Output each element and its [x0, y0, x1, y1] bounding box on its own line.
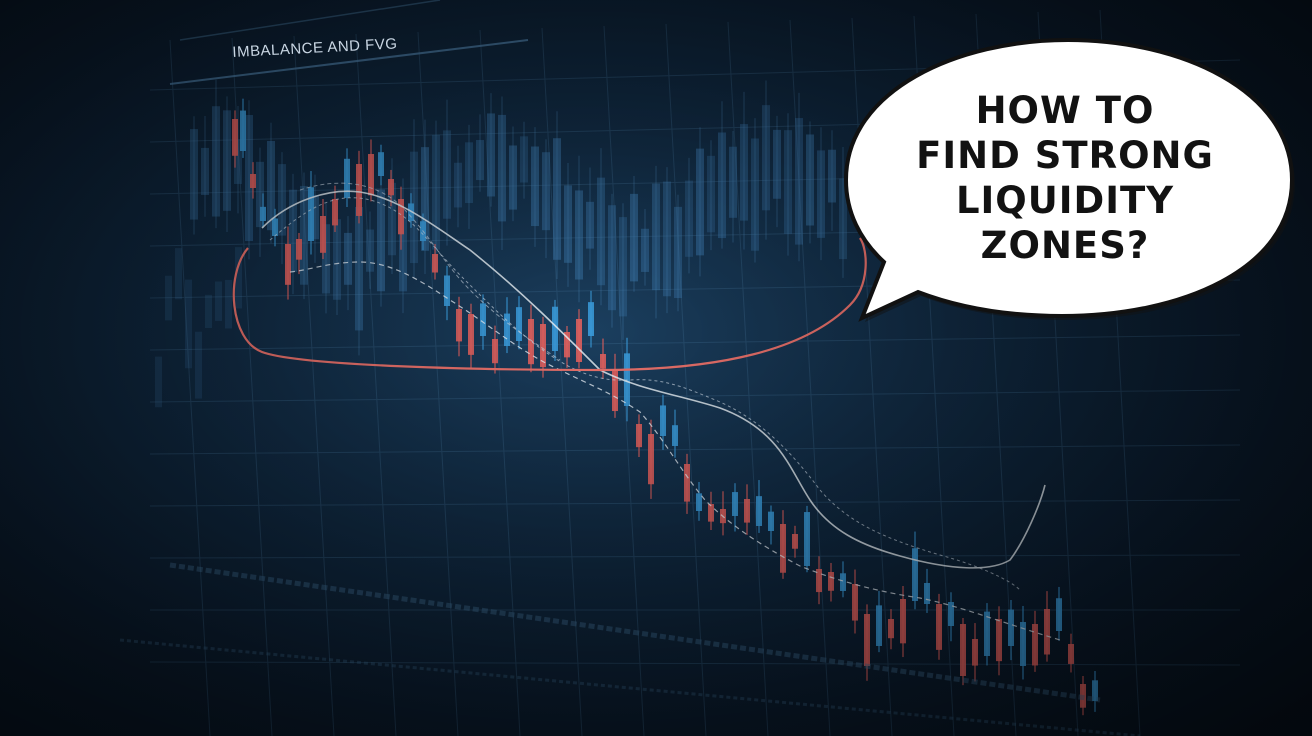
callout-line-1: HOW TO: [975, 89, 1155, 132]
callout-line-2: FIND STRONG: [916, 134, 1214, 177]
callout-line-4: ZONES?: [980, 224, 1150, 267]
callout-text: HOW TO FIND STRONG LIQUIDITY ZONES?: [880, 88, 1250, 268]
callout-line-3: LIQUIDITY: [955, 179, 1175, 222]
